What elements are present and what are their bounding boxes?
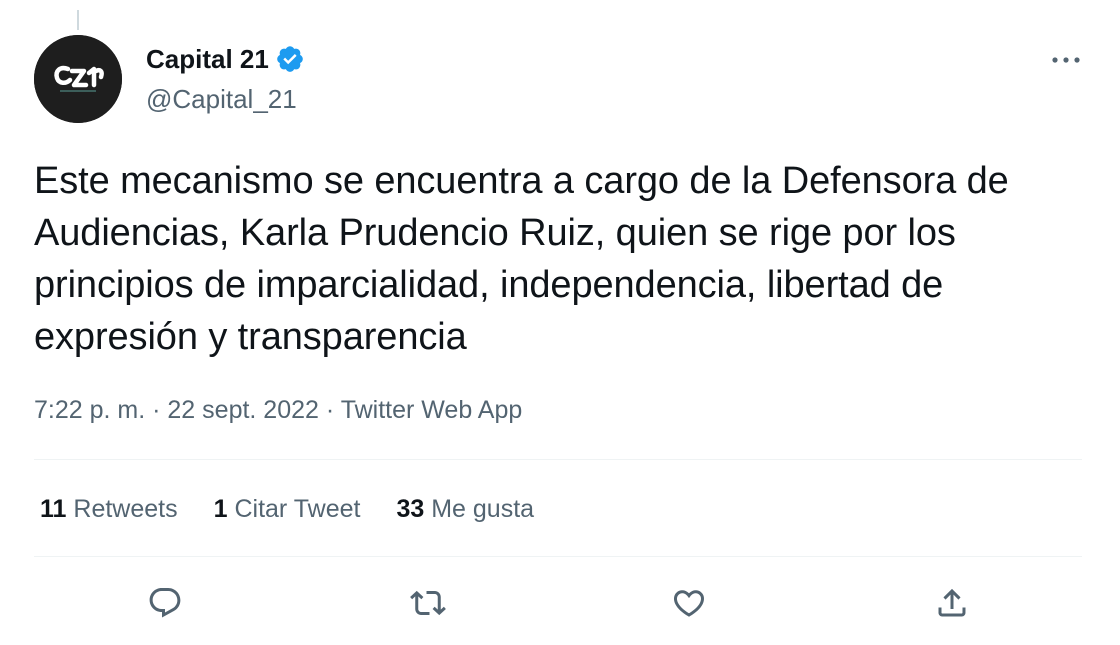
share-button[interactable]	[927, 578, 977, 628]
likes-count: 33	[396, 495, 425, 523]
retweets-stat[interactable]: 11 Retweets	[40, 493, 178, 525]
more-icon	[1052, 57, 1080, 63]
quotes-stat[interactable]: 1 Citar Tweet	[214, 493, 361, 525]
tweet-source[interactable]: Twitter Web App	[341, 396, 523, 424]
retweets-label: Retweets	[73, 495, 178, 523]
share-icon	[938, 588, 966, 617]
tweet-action-bar	[0, 578, 1120, 628]
likes-label: Me gusta	[431, 495, 535, 523]
engagement-stats: 11 Retweets 1 Citar Tweet 33 Me gusta	[40, 493, 570, 525]
author-display-name[interactable]: Capital 21	[146, 43, 269, 75]
quotes-count: 1	[213, 495, 228, 523]
verified-badge-icon	[277, 46, 303, 72]
heart-icon	[673, 590, 705, 617]
retweets-count: 11	[40, 495, 67, 523]
divider	[34, 556, 1082, 557]
likes-stat[interactable]: 33 Me gusta	[396, 493, 534, 525]
retweet-button[interactable]	[403, 578, 453, 628]
tweet-time[interactable]: 7:22 p. m.	[34, 396, 145, 424]
divider	[34, 459, 1082, 460]
tweet-text: Este mecanismo se encuentra a cargo de l…	[34, 160, 1009, 358]
tweet-metadata: 7:22 p. m. · 22 sept. 2022 · Twitter Web…	[34, 393, 522, 427]
tweet-date[interactable]: 22 sept. 2022	[167, 396, 319, 424]
meta-separator: ·	[325, 396, 335, 424]
author-handle[interactable]: @Capital_21	[146, 83, 297, 115]
retweet-icon	[410, 590, 446, 616]
like-button[interactable]	[664, 578, 714, 628]
thread-connector-line	[77, 10, 79, 30]
avatar[interactable]	[34, 35, 122, 123]
quotes-label: Citar Tweet	[234, 495, 361, 523]
more-options-button[interactable]	[1046, 48, 1086, 72]
meta-separator: ·	[152, 396, 161, 424]
author-name-row[interactable]: Capital 21	[146, 43, 305, 75]
capital21-logo-icon	[34, 35, 122, 123]
reply-icon	[149, 588, 181, 618]
reply-button[interactable]	[140, 578, 190, 628]
